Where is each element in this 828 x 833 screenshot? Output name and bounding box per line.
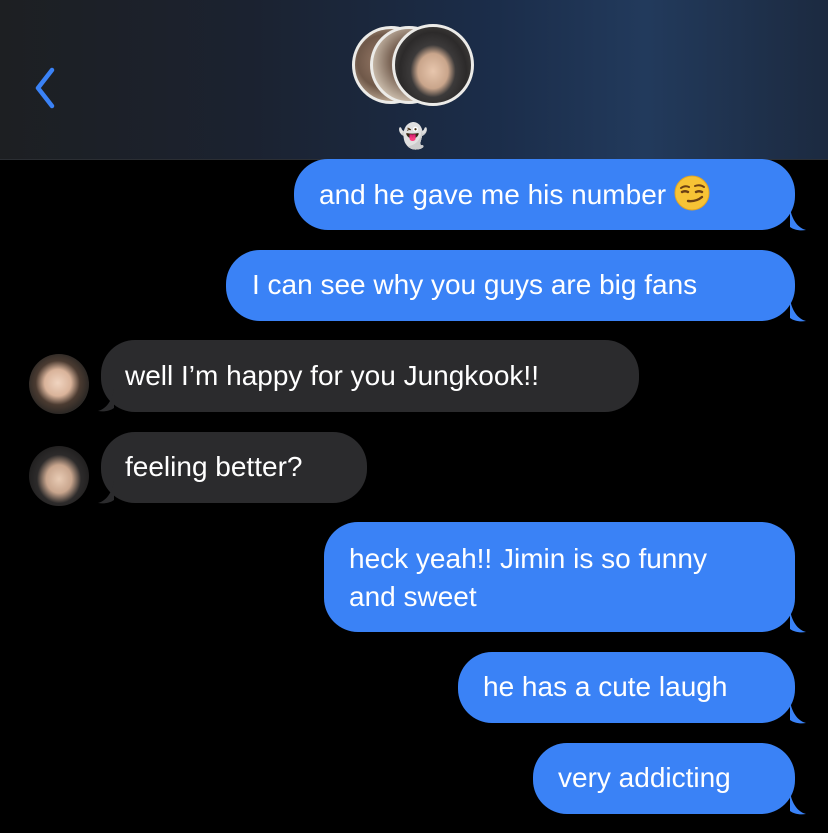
message-text: and he gave me his number (319, 179, 667, 210)
bubble-tail (790, 208, 806, 231)
back-button[interactable] (26, 62, 70, 114)
bubble-tail (790, 299, 806, 322)
message-text-line: and sweet (349, 581, 477, 612)
bubble-tail (790, 792, 806, 815)
incoming-message-bubble[interactable]: feeling better? (101, 432, 367, 503)
message-text: well I’m happy for you Jungkook!! (125, 360, 539, 391)
sender-avatar[interactable] (29, 446, 89, 506)
smirking-face-emoji-icon (674, 175, 710, 211)
group-avatars[interactable] (352, 24, 478, 110)
outgoing-message-bubble[interactable]: heck yeah!! Jimin is so funny and sweet (324, 522, 795, 632)
bubble-tail (790, 610, 806, 633)
outgoing-message-bubble[interactable]: he has a cute laugh (458, 652, 795, 723)
messages-screen: 👻 and he gave me his number I can see wh… (0, 0, 828, 833)
message-text: I can see why you guys are big fans (252, 269, 698, 300)
message-text-line: heck yeah!! Jimin is so funny (349, 543, 707, 574)
incoming-message-bubble[interactable]: well I’m happy for you Jungkook!! (101, 340, 639, 412)
bubble-tail (790, 701, 806, 724)
bubble-tail (98, 481, 114, 504)
conversation-header: 👻 (0, 0, 828, 160)
avatar (392, 24, 474, 106)
message-text: very addicting (558, 762, 731, 793)
group-name-emoji[interactable]: 👻 (398, 121, 428, 151)
outgoing-message-bubble[interactable]: very addicting (533, 743, 795, 814)
message-text: he has a cute laugh (483, 671, 728, 702)
chevron-left-icon (35, 67, 55, 109)
outgoing-message-bubble[interactable]: I can see why you guys are big fans (226, 250, 795, 321)
message-text: feeling better? (125, 451, 303, 482)
sender-avatar[interactable] (29, 354, 89, 414)
outgoing-message-bubble[interactable]: and he gave me his number (294, 159, 795, 230)
bubble-tail (98, 389, 114, 412)
